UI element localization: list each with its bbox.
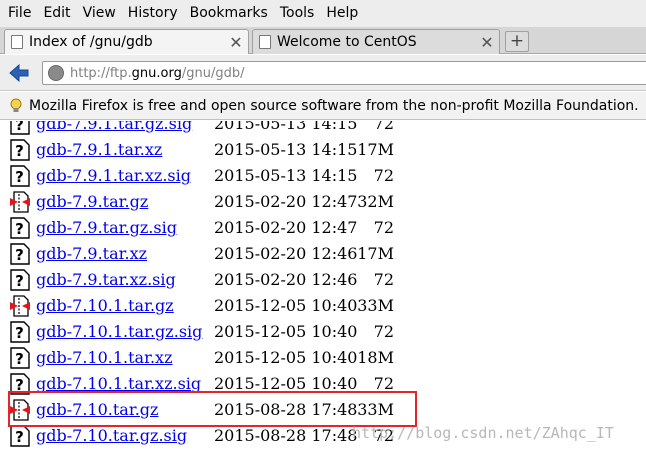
menu-history[interactable]: History [123,0,185,27]
tab-label: Index of /gnu/gdb [29,34,153,50]
svg-text:?: ? [15,142,24,160]
file-row: ? gdb-7.10.1.tar.xz 2015-12-05 10:40 18M [0,345,646,371]
unknown-file-icon: ? [10,243,30,265]
file-date: 2015-05-13 14:15 [214,140,358,159]
file-row: gdb-7.10.1.tar.gz 2015-12-05 10:40 33M [0,293,646,319]
unknown-file-icon: ? [10,425,30,447]
menu-history-label: History [127,5,178,21]
file-link[interactable]: gdb-7.9.tar.gz.sig [36,215,177,241]
file-date: 2015-02-20 12:47 [214,218,358,237]
url-path: /gnu/gdb/ [181,65,245,81]
file-link[interactable]: gdb-7.9.tar.gz [36,189,148,215]
file-row: ? gdb-7.9.1.tar.gz.sig 2015-05-13 14:15 72 [0,121,646,137]
highlight-box [8,391,417,427]
menu-help[interactable]: Help [321,0,365,27]
tab-label: Welcome to CentOS [277,34,417,50]
file-size: 17M [357,140,394,159]
menu-bookmarks-label: Bookmarks [189,5,268,21]
file-date: 2015-05-13 14:15 [214,121,358,133]
menu-tools-label: Tools [279,5,315,21]
archive-file-icon [10,295,30,317]
file-size: 18M [357,348,394,367]
svg-text:?: ? [15,121,24,134]
unknown-file-icon: ? [10,217,30,239]
file-size: 72 [373,270,394,289]
unknown-file-icon: ? [10,269,30,291]
menu-help-label: Help [326,5,359,21]
file-row: ? gdb-7.9.tar.gz.sig 2015-02-20 12:47 72 [0,215,646,241]
menu-tools[interactable]: Tools [275,0,322,27]
back-arrow-icon[interactable] [8,62,30,84]
file-link[interactable]: gdb-7.9.tar.xz.sig [36,267,176,293]
file-size: 72 [373,166,394,185]
svg-text:?: ? [15,168,24,186]
file-link[interactable]: gdb-7.10.1.tar.gz [36,293,174,319]
url-bar[interactable]: http://ftp.gnu.org/gnu/gdb/ [42,61,646,85]
file-link[interactable]: gdb-7.10.1.tar.gz.sig [36,319,202,345]
unknown-file-icon: ? [10,347,30,369]
new-tab-button[interactable]: + [505,31,529,52]
menu-view-label: View [82,5,116,21]
file-date: 2015-02-20 12:46 [214,244,358,263]
menu-bar: File Edit View History Bookmarks Tools H… [0,0,646,27]
url-text[interactable]: http://ftp.gnu.org/gnu/gdb/ [70,66,244,81]
file-link[interactable]: gdb-7.9.1.tar.xz.sig [36,163,191,189]
svg-text:?: ? [15,272,24,290]
file-link[interactable]: gdb-7.9.1.tar.xz [36,137,162,163]
menu-bookmarks[interactable]: Bookmarks [185,0,275,27]
navigation-bar: http://ftp.gnu.org/gnu/gdb/ [0,55,646,91]
file-date: 2015-12-05 10:40 [214,322,358,341]
menu-file-label: File [8,5,32,21]
unknown-file-icon: ? [10,165,30,187]
file-link[interactable]: gdb-7.9.tar.xz [36,241,147,267]
url-prefix: http://ftp. [70,65,132,81]
unknown-file-icon: ? [10,139,30,161]
file-date: 2015-12-05 10:40 [214,348,358,367]
file-date: 2015-02-20 12:47 [214,192,358,211]
file-date: 2015-02-20 12:46 [214,270,358,289]
svg-text:?: ? [15,350,24,368]
svg-text:?: ? [15,324,24,342]
plus-icon: + [509,31,525,51]
page-icon [11,35,23,49]
file-size: 72 [373,218,394,237]
file-size: 32M [357,192,394,211]
watermark: http://blog.csdn.net/ZAhqc_IT [352,424,614,442]
file-date: 2015-12-05 10:40 [214,296,358,315]
lightbulb-icon [10,98,22,112]
menu-view[interactable]: View [78,0,123,27]
tab-index-gnu-gdb[interactable]: Index of /gnu/gdb ✕ [4,29,249,54]
file-row: ? gdb-7.10.1.tar.gz.sig 2015-12-05 10:40 72 [0,319,646,345]
notification-bar: Mozilla Firefox is free and open source … [0,92,646,120]
menu-edit[interactable]: Edit [38,0,77,27]
close-tab-icon[interactable]: ✕ [228,33,244,52]
file-row: ? gdb-7.9.1.tar.xz.sig 2015-05-13 14:15 72 [0,163,646,189]
page-icon [259,35,271,49]
file-link[interactable]: gdb-7.9.1.tar.gz.sig [36,121,192,137]
file-row: gdb-7.9.tar.gz 2015-02-20 12:47 32M [0,189,646,215]
tab-bar: Index of /gnu/gdb ✕ Welcome to CentOS ✕ … [0,27,646,54]
svg-text:?: ? [15,220,24,238]
file-row: ? gdb-7.9.1.tar.xz 2015-05-13 14:15 17M [0,137,646,163]
globe-icon [48,65,64,81]
file-size: 72 [373,121,394,133]
menu-file[interactable]: File [3,0,38,27]
svg-text:?: ? [15,246,24,264]
svg-text:?: ? [15,428,24,446]
menu-edit-label: Edit [43,5,71,21]
archive-file-icon [10,191,30,213]
unknown-file-icon: ? [10,321,30,343]
notification-text: Mozilla Firefox is free and open source … [29,97,639,114]
url-host: gnu.org [131,65,182,81]
unknown-file-icon: ? [10,121,30,135]
file-size: 33M [357,296,394,315]
close-tab-icon[interactable]: ✕ [479,33,495,52]
file-row: ? gdb-7.9.tar.xz 2015-02-20 12:46 17M [0,241,646,267]
file-size: 72 [373,322,394,341]
tab-welcome-centos[interactable]: Welcome to CentOS ✕ [252,29,500,54]
file-date: 2015-05-13 14:15 [214,166,358,185]
file-row: ? gdb-7.9.tar.xz.sig 2015-02-20 12:46 72 [0,267,646,293]
file-link[interactable]: gdb-7.10.1.tar.xz [36,345,173,371]
file-size: 17M [357,244,394,263]
